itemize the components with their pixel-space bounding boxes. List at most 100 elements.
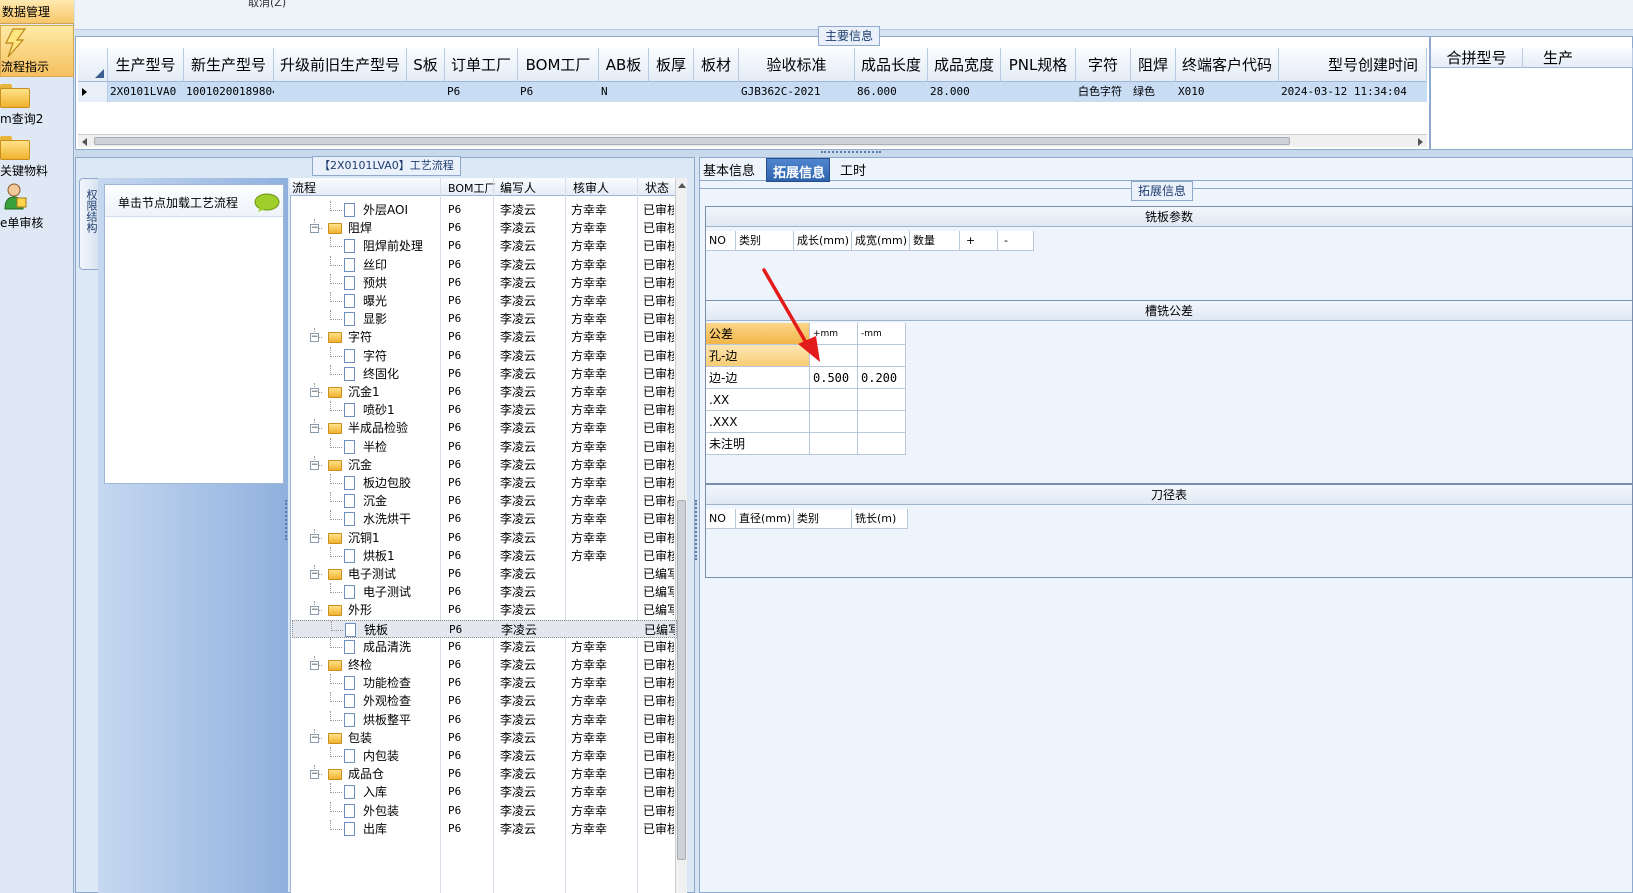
tree-cell-reviewer[interactable]: 方幸幸 <box>571 474 637 492</box>
collapse-toggle-icon[interactable]: − <box>310 388 319 397</box>
tree-cell-writer[interactable]: 李凌云 <box>500 201 566 219</box>
milling-col-no[interactable]: NO <box>706 231 736 251</box>
tree-cell-status[interactable]: 已审核 <box>643 310 674 328</box>
tree-row[interactable]: − 外形 P6 李凌云 已编写 <box>292 601 677 619</box>
collapse-toggle-icon[interactable]: − <box>310 333 319 343</box>
tree-cell-status[interactable]: 已审核 <box>643 383 674 401</box>
tree-cell-name[interactable]: 半检 <box>363 438 441 456</box>
tree-cell-status[interactable]: 已审核 <box>643 711 674 729</box>
tree-cell-name[interactable]: 成品仓 <box>348 765 440 783</box>
tree-cell-status[interactable]: 已编写 <box>643 601 674 619</box>
tool-col-type[interactable]: 类别 <box>794 509 852 529</box>
col-header-s-board[interactable]: S板 <box>407 48 445 82</box>
tree-cell-name[interactable]: 出库 <box>363 820 441 838</box>
tree-cell-name[interactable]: 预烘 <box>363 274 441 292</box>
tree-cell-name[interactable]: 阻焊 <box>348 219 440 237</box>
tree-cell-name[interactable]: 外形 <box>348 601 440 619</box>
tree-cell-reviewer[interactable]: 方幸幸 <box>571 747 637 765</box>
tree-cell-bom[interactable]: P6 <box>448 347 488 365</box>
row-indicator[interactable] <box>78 82 108 102</box>
tree-cell-name[interactable]: 成品清洗 <box>363 638 441 656</box>
tree-row[interactable]: 铣板 P6 李凌云 已编写 <box>292 619 677 639</box>
tree-cell-name[interactable]: 沉金 <box>363 492 441 510</box>
tree-row[interactable]: 电子测试 P6 李凌云 已编写 <box>292 583 677 601</box>
tree-cell-writer[interactable]: 李凌云 <box>500 656 566 674</box>
tree-row[interactable]: − 沉铜1 P6 李凌云 方幸幸 已审核 <box>292 528 677 547</box>
tree-cell-name[interactable]: 入库 <box>363 783 441 801</box>
cell-acceptance[interactable]: GJB362C-2021 <box>739 82 855 102</box>
tree-row[interactable]: − 终检 P6 李凌云 方幸幸 已审核 <box>292 656 677 674</box>
tree-cell-name[interactable]: 外层AOI <box>363 201 441 219</box>
tree-cell-writer[interactable]: 李凌云 <box>500 802 566 820</box>
tree-row[interactable]: − 沉金 P6 李凌云 方幸幸 已审核 <box>292 455 677 474</box>
tree-cell-status[interactable]: 已审核 <box>643 656 674 674</box>
tree-cell-writer[interactable]: 李凌云 <box>500 419 566 437</box>
tree-cell-bom[interactable]: P6 <box>449 621 489 639</box>
tree-row[interactable]: 沉金 P6 李凌云 方幸幸 已审核 <box>292 492 677 510</box>
tree-cell-status[interactable]: 已编写 <box>643 583 674 601</box>
col-header-width[interactable]: 成品宽度 <box>928 48 1001 82</box>
tree-cell-status[interactable]: 已审核 <box>643 328 674 346</box>
tree-cell-writer[interactable]: 李凌云 <box>500 529 566 547</box>
tree-cell-bom[interactable]: P6 <box>448 565 488 583</box>
tree-cell-reviewer[interactable]: 方幸幸 <box>571 510 637 528</box>
tree-row[interactable]: 烘板1 P6 李凌云 方幸幸 已审核 <box>292 546 677 565</box>
tree-cell-name[interactable]: 烘板整平 <box>363 711 441 729</box>
cell-customer-code[interactable]: X010 <box>1176 82 1279 102</box>
milling-col-qty[interactable]: 数量 <box>910 231 960 251</box>
cell-width[interactable]: 28.000 <box>928 82 1001 102</box>
col-header-material[interactable]: 板材 <box>694 48 739 82</box>
tolerance-value-cell[interactable] <box>858 345 906 367</box>
tree-cell-writer[interactable]: 李凌云 <box>500 456 566 474</box>
tree-cell-bom[interactable]: P6 <box>448 274 488 292</box>
tree-cell-writer[interactable]: 李凌云 <box>500 274 566 292</box>
tree-cell-bom[interactable]: P6 <box>448 328 488 346</box>
tree-col-process[interactable]: 流程 <box>292 179 316 196</box>
tree-cell-status[interactable]: 已审核 <box>643 256 674 274</box>
tree-cell-bom[interactable]: P6 <box>448 529 488 547</box>
cell-order-factory[interactable]: P6 <box>445 82 518 102</box>
tree-row[interactable]: − 包装 P6 李凌云 方幸幸 已审核 <box>292 728 677 747</box>
col-header-bom-factory[interactable]: BOM工厂 <box>518 48 599 82</box>
collapse-toggle-icon[interactable]: − <box>310 570 319 579</box>
tree-cell-status[interactable]: 已编写 <box>643 565 674 583</box>
milling-col-length[interactable]: 成长(mm) <box>794 231 852 251</box>
col-header-old-model[interactable]: 升级前旧生产型号 <box>274 48 407 82</box>
tree-cell-writer[interactable]: 李凌云 <box>500 674 566 692</box>
tree-cell-writer[interactable]: 李凌云 <box>500 692 566 710</box>
tree-cell-status[interactable]: 已审核 <box>643 347 674 365</box>
cell-length[interactable]: 86.000 <box>855 82 928 102</box>
tree-row[interactable]: 丝印 P6 李凌云 方幸幸 已审核 <box>292 255 677 274</box>
tree-cell-name[interactable]: 显影 <box>363 310 441 328</box>
tree-row[interactable]: 水洗烘干 P6 李凌云 方幸幸 已审核 <box>292 510 677 528</box>
col-header-length[interactable]: 成品长度 <box>855 48 928 82</box>
tree-cell-bom[interactable]: P6 <box>448 456 488 474</box>
tree-cell-reviewer[interactable]: 方幸幸 <box>571 365 637 383</box>
tree-cell-name[interactable]: 半成品检验 <box>348 419 440 437</box>
tree-cell-name[interactable]: 内包装 <box>363 747 441 765</box>
tolerance-value-cell[interactable] <box>810 411 858 433</box>
tree-row[interactable]: 入库 P6 李凌云 方幸幸 已审核 <box>292 783 677 801</box>
tree-cell-name[interactable]: 电子测试 <box>363 583 441 601</box>
col-header-pnl[interactable]: PNL规格 <box>1001 48 1076 82</box>
tree-row[interactable]: − 半成品检验 P6 李凌云 方幸幸 已审核 <box>292 419 677 437</box>
tree-col-status[interactable]: 状态 <box>645 179 673 196</box>
tree-cell-name[interactable]: 终固化 <box>363 365 441 383</box>
milling-col-type[interactable]: 类别 <box>736 231 794 251</box>
tree-cell-writer[interactable]: 李凌云 <box>500 401 566 419</box>
tree-cell-status[interactable]: 已审核 <box>643 638 674 656</box>
tree-cell-reviewer[interactable]: 方幸幸 <box>571 401 637 419</box>
tree-cell-bom[interactable]: P6 <box>448 711 488 729</box>
tree-cell-bom[interactable]: P6 <box>448 783 488 801</box>
tree-cell-name[interactable]: 外观检查 <box>363 692 441 710</box>
tree-cell-writer[interactable]: 李凌云 <box>500 292 566 310</box>
tree-cell-status[interactable]: 已审核 <box>643 474 674 492</box>
horizontal-splitter[interactable] <box>75 150 1633 157</box>
tree-row[interactable]: 功能检查 P6 李凌云 方幸幸 已审核 <box>292 674 677 692</box>
tree-row[interactable]: 显影 P6 李凌云 方幸幸 已审核 <box>292 310 677 328</box>
tree-cell-bom[interactable]: P6 <box>448 510 488 528</box>
tree-row[interactable]: 外观检查 P6 李凌云 方幸幸 已审核 <box>292 692 677 710</box>
tree-cell-writer[interactable]: 李凌云 <box>501 621 567 639</box>
side-tab-permission[interactable]: 权限结构 <box>79 178 99 270</box>
tree-row[interactable]: − 成品仓 P6 李凌云 方幸幸 已审核 <box>292 765 677 783</box>
